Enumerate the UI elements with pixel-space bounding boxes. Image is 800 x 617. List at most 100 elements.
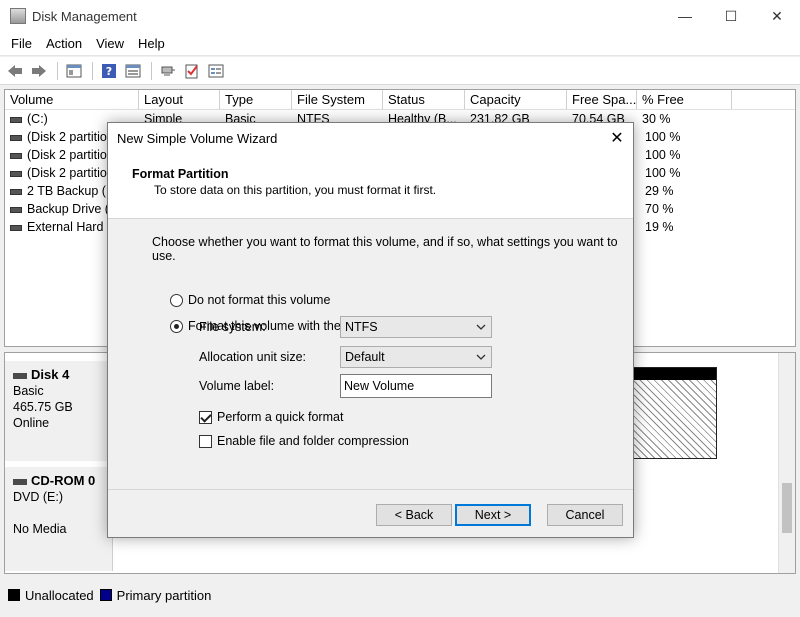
- wizard-body: Choose whether you want to format this v…: [108, 219, 633, 489]
- unallocated-partition[interactable]: [633, 367, 717, 459]
- menu-view[interactable]: View: [89, 36, 131, 51]
- vertical-scrollbar[interactable]: [778, 353, 795, 573]
- back-button[interactable]: < Back: [376, 504, 452, 526]
- unallocated-swatch: [8, 589, 20, 601]
- file-system-label: File system:: [199, 320, 266, 334]
- column-percent-free[interactable]: % Free: [637, 90, 732, 109]
- volume-icon: [10, 134, 22, 141]
- allocation-unit-value: Default: [345, 350, 385, 364]
- title-bar: Disk Management — ☐ ✕: [0, 0, 800, 32]
- disk-size: 465.75 GB: [13, 400, 73, 414]
- disk-icon: [13, 372, 27, 379]
- volume-name: (Disk 2 partition: [27, 130, 114, 144]
- window-title: Disk Management: [32, 8, 137, 24]
- volume-percent-free: 29 %: [645, 184, 674, 198]
- scrollbar-thumb[interactable]: [782, 483, 792, 533]
- format-volume-radio[interactable]: [170, 319, 183, 333]
- wizard-page-subtitle: To store data on this partition, you mus…: [154, 183, 437, 197]
- column-file-system[interactable]: File System: [292, 90, 383, 109]
- cancel-button[interactable]: Cancel: [547, 504, 623, 526]
- volume-name: 2 TB Backup (F: [27, 184, 114, 198]
- volume-icon: [10, 188, 22, 195]
- volume-icon: [10, 206, 22, 213]
- menu-file[interactable]: File: [4, 36, 39, 51]
- volume-percent-free: 100 %: [645, 166, 681, 180]
- disk-name: Disk 4: [31, 367, 70, 382]
- toolbar-separator: [151, 61, 152, 80]
- volume-name: (Disk 2 partition: [27, 166, 114, 180]
- column-volume[interactable]: Volume: [5, 90, 139, 109]
- column-layout[interactable]: Layout: [139, 90, 220, 109]
- allocation-unit-label: Allocation unit size:: [199, 350, 307, 364]
- dialog-title: New Simple Volume Wizard: [117, 130, 278, 146]
- quick-format-checkbox[interactable]: [199, 410, 212, 424]
- chevron-down-icon: [476, 320, 486, 337]
- disk-status: No Media: [13, 522, 67, 536]
- volume-label-input[interactable]: New Volume: [340, 374, 492, 398]
- menu-action[interactable]: Action: [39, 36, 89, 51]
- allocation-unit-dropdown[interactable]: Default: [340, 346, 492, 368]
- dialog-title-bar: New Simple Volume Wizard ✕: [108, 123, 633, 153]
- volume-percent-free: 30 %: [642, 112, 671, 126]
- dialog-close-button[interactable]: ✕: [601, 123, 633, 153]
- connect-icon[interactable]: [157, 60, 179, 82]
- disk-4-label[interactable]: Disk 4 Basic 465.75 GB Online: [5, 361, 113, 461]
- cdrom-icon: [13, 478, 27, 485]
- compression-option[interactable]: Enable file and folder compression: [199, 432, 409, 450]
- back-arrow-icon[interactable]: [4, 60, 26, 82]
- legend: Unallocated Primary partition: [0, 584, 800, 606]
- volume-icon: [10, 224, 22, 231]
- volume-name: External Hard D: [27, 220, 116, 234]
- disk-type: DVD (E:): [13, 490, 63, 504]
- file-system-dropdown[interactable]: NTFS: [340, 316, 492, 338]
- column-capacity[interactable]: Capacity: [465, 90, 567, 109]
- close-button[interactable]: ✕: [754, 0, 800, 32]
- compression-label: Enable file and folder compression: [217, 434, 409, 448]
- volume-name: Backup Drive (: [27, 202, 109, 216]
- disk-name: CD-ROM 0: [31, 473, 96, 488]
- cdrom-0-label[interactable]: CD-ROM 0 DVD (E:) No Media: [5, 467, 113, 571]
- column-type[interactable]: Type: [220, 90, 292, 109]
- quick-format-label: Perform a quick format: [217, 410, 344, 424]
- compression-checkbox[interactable]: [199, 434, 212, 448]
- volume-icon: [10, 152, 22, 159]
- do-not-format-option[interactable]: Do not format this volume: [170, 291, 633, 309]
- volume-name: (Disk 2 partition: [27, 148, 114, 162]
- legend-label: Primary partition: [116, 587, 212, 603]
- legend-primary-partition: Primary partition: [99, 587, 212, 603]
- legend-label: Unallocated: [25, 587, 94, 603]
- partition-header-bar: [634, 368, 716, 380]
- volume-percent-free: 70 %: [645, 202, 674, 216]
- console-tree-icon[interactable]: [63, 60, 85, 82]
- do-not-format-label: Do not format this volume: [188, 293, 331, 307]
- toolbar: ?: [0, 57, 800, 85]
- forward-arrow-icon[interactable]: [28, 60, 50, 82]
- properties-icon[interactable]: [122, 60, 144, 82]
- volume-percent-free: 100 %: [645, 148, 681, 162]
- allocation-unit-row: Allocation unit size: Default: [199, 346, 492, 368]
- instructions-text: Choose whether you want to format this v…: [152, 235, 618, 263]
- wizard-footer: < Back Next > Cancel: [108, 489, 633, 537]
- primary-partition-swatch: [99, 589, 112, 601]
- disk-type: Basic: [13, 384, 44, 398]
- column-free-space[interactable]: Free Spa...: [567, 90, 637, 109]
- settings-panel-icon[interactable]: [205, 60, 227, 82]
- minimize-button[interactable]: —: [662, 0, 708, 32]
- menu-bar: File Action View Help: [0, 32, 800, 56]
- next-button[interactable]: Next >: [455, 504, 531, 526]
- column-status[interactable]: Status: [383, 90, 465, 109]
- volume-label-label: Volume label:: [199, 379, 275, 393]
- volume-percent-free: 100 %: [645, 130, 681, 144]
- do-not-format-radio[interactable]: [170, 293, 183, 307]
- svg-text:?: ?: [106, 65, 112, 78]
- checklist-icon[interactable]: [181, 60, 203, 82]
- window-controls: — ☐ ✕: [662, 0, 800, 32]
- menu-help[interactable]: Help: [131, 36, 172, 51]
- chevron-down-icon: [476, 350, 486, 367]
- volume-percent-free: 19 %: [645, 220, 674, 234]
- file-system-value: NTFS: [345, 320, 378, 334]
- volume-name: (C:): [27, 112, 48, 126]
- maximize-button[interactable]: ☐: [708, 0, 754, 32]
- quick-format-option[interactable]: Perform a quick format: [199, 408, 343, 426]
- help-icon[interactable]: ?: [98, 60, 120, 82]
